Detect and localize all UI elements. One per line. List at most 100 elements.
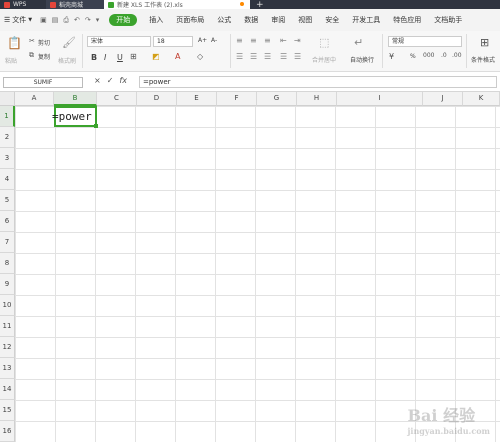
row-header-14[interactable]: 14 [0,379,15,400]
tab-document[interactable]: 新建 XLS 工作表 (2).xls [104,0,250,9]
tab-insert[interactable]: 插入 [149,15,163,25]
column-header-a[interactable]: A [15,92,54,106]
increase-decimal-icon[interactable]: .0 [441,52,447,59]
select-all-corner[interactable] [0,92,15,106]
redo-icon[interactable]: ↷ [85,16,91,25]
new-tab-button[interactable]: + [250,0,270,10]
more-icon[interactable]: ▾ [96,16,100,25]
paste-label[interactable]: 粘贴 [5,56,17,65]
indent-left-icon[interactable]: ⇤ [280,36,287,45]
divider [82,34,83,68]
column-header-i[interactable]: I [337,92,423,106]
clear-format-icon[interactable]: ◇ [197,52,203,61]
tab-data[interactable]: 数据 [244,15,258,25]
copy-label[interactable]: 复制 [38,52,50,61]
tab-formulas[interactable]: 公式 [217,15,231,25]
thousands-icon[interactable]: 000 [423,52,434,59]
cut-label[interactable]: 剪切 [38,38,50,47]
font-size-select[interactable]: 18 [153,36,193,47]
tab-home[interactable]: 开始 [109,14,138,26]
tab-security[interactable]: 安全 [325,15,339,25]
row-header-16[interactable]: 16 [0,421,15,442]
currency-icon[interactable]: ¥ [389,52,394,61]
fill-color-icon[interactable]: ◩ [152,52,160,61]
justify-icon[interactable]: ☰ [280,52,287,61]
conditional-format-label[interactable]: 条件格式 [471,55,495,64]
merge-center-icon[interactable]: ⬚ [319,36,329,49]
spreadsheet-icon [108,1,114,8]
format-painter-label[interactable]: 格式刷 [58,56,76,65]
column-header-h[interactable]: H [297,92,337,106]
tab-developer[interactable]: 开发工具 [352,15,380,25]
grow-font-button[interactable]: A+ [198,37,207,44]
align-top-icon[interactable]: ≡ [236,36,243,45]
distributed-icon[interactable]: ☰ [294,52,301,61]
tab-wps-home[interactable]: WPS [0,0,46,9]
row-header-11[interactable]: 11 [0,316,15,337]
wrap-text-label[interactable]: 自动换行 [350,55,374,64]
formula-input[interactable]: =power [139,76,497,88]
column-header-f[interactable]: F [217,92,257,106]
cancel-icon[interactable]: × [94,76,101,85]
row-header-3[interactable]: 3 [0,148,15,169]
italic-button[interactable]: I [104,53,106,62]
file-menu[interactable]: ☰ 文件 ▼ [4,15,32,25]
number-format-select[interactable]: 常规 [388,36,462,47]
row-header-5[interactable]: 5 [0,190,15,211]
percent-button[interactable]: % [410,53,416,60]
bold-button[interactable]: B [91,53,97,62]
decrease-decimal-icon[interactable]: .00 [452,52,462,59]
row-header-13[interactable]: 13 [0,358,15,379]
conditional-format-icon[interactable]: ⊞ [480,36,489,49]
column-header-d[interactable]: D [137,92,177,106]
column-header-c[interactable]: C [97,92,137,106]
baidu-watermark: Bai 经验 jingyan.baidu.com [408,402,490,436]
column-header-b[interactable]: B [54,92,97,106]
paste-icon[interactable]: 📋 [7,36,22,50]
align-right-icon[interactable]: ☰ [264,52,271,61]
row-header-6[interactable]: 6 [0,211,15,232]
shrink-font-button[interactable]: A- [211,37,217,44]
row-header-9[interactable]: 9 [0,274,15,295]
tab-special[interactable]: 特色应用 [393,15,421,25]
row-header-1[interactable]: 1 [0,106,15,127]
column-header-j[interactable]: J [423,92,463,106]
insert-function-icon[interactable]: fx [119,76,127,85]
save-icon[interactable]: ▣ [40,16,47,25]
print-preview-icon[interactable]: ▤ [52,16,59,25]
underline-button[interactable]: U [117,53,123,62]
font-name-select[interactable]: 宋体 [87,36,151,47]
tab-doc-assistant[interactable]: 文档助手 [434,15,462,25]
row-header-8[interactable]: 8 [0,253,15,274]
row-header-10[interactable]: 10 [0,295,15,316]
confirm-icon[interactable]: ✓ [107,76,114,85]
row-header-15[interactable]: 15 [0,400,15,421]
tab-docer-store[interactable]: 稻壳商城 [46,0,104,9]
merge-center-label[interactable]: 合并居中 [312,55,336,64]
align-bottom-icon[interactable]: ≡ [264,36,271,45]
wrap-text-icon[interactable]: ↵ [354,36,363,49]
tab-review[interactable]: 审阅 [271,15,285,25]
row-header-7[interactable]: 7 [0,232,15,253]
column-header-g[interactable]: G [257,92,297,106]
column-header-k[interactable]: K [463,92,500,106]
align-left-icon[interactable]: ☰ [236,52,243,61]
align-center-icon[interactable]: ☰ [250,52,257,61]
copy-icon[interactable]: ⧉ [29,51,34,60]
align-middle-icon[interactable]: ≡ [250,36,257,45]
indent-right-icon[interactable]: ⇥ [294,36,301,45]
tab-page-layout[interactable]: 页面布局 [176,15,204,25]
column-header-e[interactable]: E [177,92,217,106]
row-header-2[interactable]: 2 [0,127,15,148]
print-icon[interactable]: ⎙ [63,16,69,25]
format-painter-icon[interactable]: 🖌 [62,36,76,49]
scissors-icon[interactable]: ✂ [29,37,35,45]
row-header-12[interactable]: 12 [0,337,15,358]
border-icon[interactable]: ⊞ [130,52,137,61]
name-box[interactable]: SUMIF [3,77,83,88]
tab-view[interactable]: 视图 [298,15,312,25]
undo-icon[interactable]: ↶ [74,16,80,25]
cell-area[interactable] [15,106,500,442]
row-header-4[interactable]: 4 [0,169,15,190]
font-color-icon[interactable]: A [175,52,180,61]
